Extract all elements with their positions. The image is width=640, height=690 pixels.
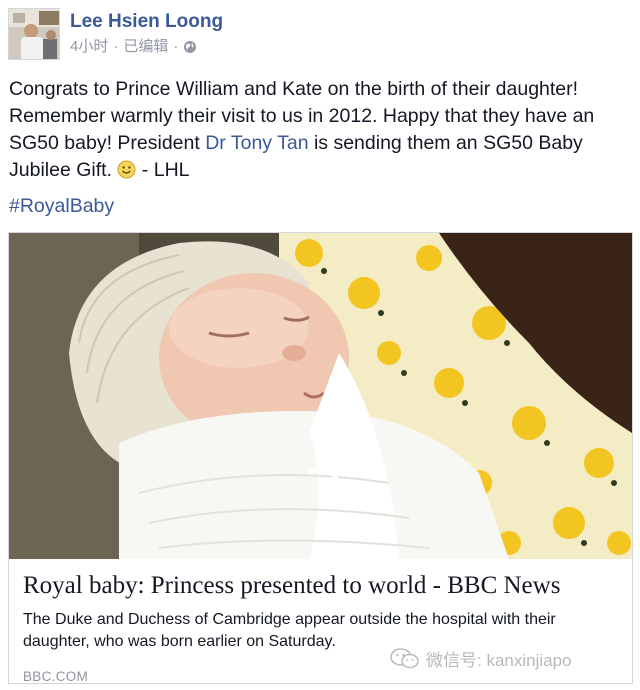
watermark-text: 微信号: kanxinjiapo: [426, 651, 572, 670]
author-block: Lee Hsien Loong 4小时 · 已编辑 ·: [70, 10, 223, 56]
globe-icon[interactable]: [183, 40, 197, 54]
meta-separator: ·: [113, 38, 119, 55]
shared-link-title[interactable]: Royal baby: Princess presented to world …: [23, 571, 620, 601]
wechat-icon: [390, 647, 420, 671]
post-meta: 4小时 · 已编辑 ·: [70, 38, 223, 56]
post-time[interactable]: 4小时: [70, 38, 108, 56]
shared-link-card[interactable]: Royal baby: Princess presented to world …: [8, 232, 633, 684]
post-text-part3: - LHL: [136, 159, 190, 181]
post-header: Lee Hsien Loong 4小时 · 已编辑 ·: [8, 8, 223, 64]
avatar[interactable]: [8, 8, 60, 60]
smile-emoji-icon: [117, 160, 136, 179]
watermark: 微信号: kanxinjiapo: [390, 646, 572, 671]
mention-link[interactable]: Dr Tony Tan: [205, 132, 308, 154]
edited-label[interactable]: 已编辑: [123, 38, 168, 56]
post-body: Congrats to Prince William and Kate on t…: [9, 76, 629, 184]
hashtag-link[interactable]: #RoyalBaby: [9, 193, 114, 220]
shared-link-source: BBC.COM: [23, 669, 89, 684]
author-name[interactable]: Lee Hsien Loong: [70, 10, 223, 34]
shared-link-image[interactable]: [9, 233, 632, 559]
meta-separator: ·: [173, 38, 179, 55]
